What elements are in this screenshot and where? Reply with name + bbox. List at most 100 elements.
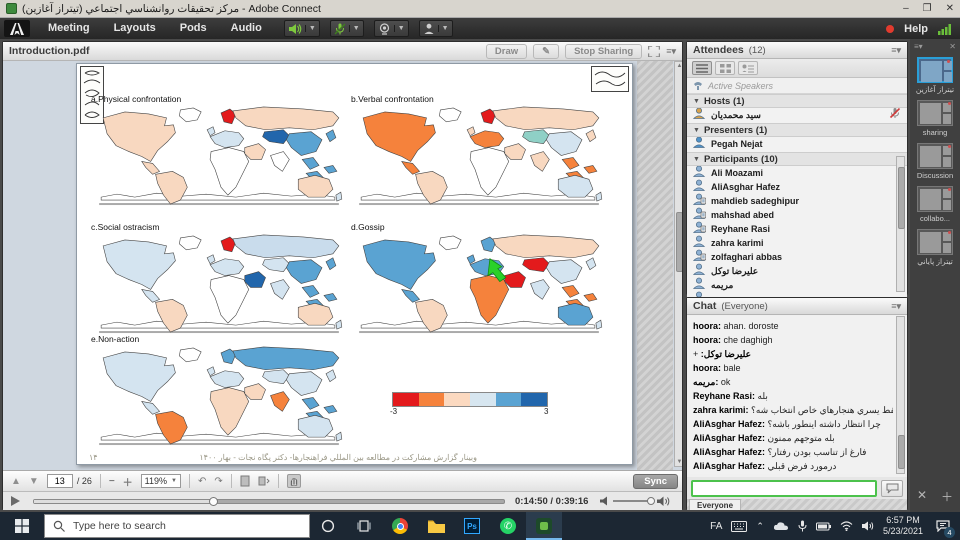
layout-thumbnail[interactable]: تيتراز آغازين [910,57,960,94]
layout-thumbnail[interactable]: Discussion [910,143,960,180]
whatsapp-icon[interactable]: ✆ [490,512,526,540]
page-number-input[interactable] [47,474,73,488]
chat-scroll-thumb[interactable] [898,435,905,469]
rotate-left-button[interactable]: ↶ [198,476,206,487]
status-button[interactable]: ▼ [419,20,453,37]
attendee-row[interactable]: AliAsghar Hafez [687,180,907,194]
delete-layout-icon[interactable]: ✕ [917,488,927,505]
attendees-pod-menu-icon[interactable]: ≡▾ [891,45,901,56]
attendee-grid-view-button[interactable] [715,61,735,75]
zoom-level-select[interactable]: 119% ▼ [141,474,181,488]
webcam-button[interactable]: ▼ [374,20,409,37]
action-center-button[interactable]: 4 [932,515,954,537]
task-view-button[interactable] [346,512,382,540]
volume-handle[interactable] [647,497,655,505]
hidden-icons-chevron[interactable]: ⌃ [756,521,764,532]
attendee-row[interactable]: مريمه [687,278,907,292]
microphone-button[interactable]: ▼ [330,20,364,37]
playback-progress-track[interactable] [33,499,505,504]
fullscreen-icon[interactable] [648,46,660,57]
attendee-status-view-button[interactable] [738,61,758,75]
menu-layouts[interactable]: Layouts [102,18,168,39]
presenters-section-header[interactable]: ▼ Presenters (1) [687,123,907,137]
close-button[interactable]: ✕ [946,3,954,14]
attendee-row[interactable]: Ali Moazami [687,166,907,180]
previous-page-button[interactable]: ▲ [11,476,21,487]
chat-pod-menu-icon[interactable]: ≡▾ [891,301,901,312]
layout-thumbnail[interactable]: تيتراز پاياني [910,229,960,266]
attendee-row[interactable]: mahdieb sadeghipur [687,194,907,208]
chat-message-input[interactable] [691,480,877,497]
adobe-connect-taskbar-icon[interactable] [526,512,562,540]
taskbar-search-box[interactable]: Type here to search [44,514,310,538]
attendees-scroll-thumb[interactable] [898,167,905,229]
pdf-scrollbar[interactable]: ▲ ▼ [674,61,682,467]
chat-scrollbar[interactable] [896,316,905,474]
input-language-indicator[interactable]: FA [710,521,722,532]
battery-icon[interactable] [816,522,831,531]
zoom-dropdown-arrow[interactable]: ▼ [171,478,177,484]
file-explorer-icon[interactable] [418,512,454,540]
webcam-dropdown-arrow[interactable]: ▼ [394,25,405,32]
attendee-row[interactable]: سيد محمديان [687,108,907,122]
onedrive-cloud-icon[interactable] [773,521,789,531]
hand-tool-button[interactable] [287,474,301,488]
pdf-scroll-thumb[interactable] [676,212,682,272]
collapse-triangle-icon[interactable]: ▼ [693,98,700,105]
layout-thumbnail[interactable]: sharing [910,100,960,137]
playback-progress-handle[interactable] [209,497,218,506]
speaker-button[interactable]: ▼ [284,20,320,37]
wifi-icon[interactable] [840,521,853,531]
connection-signal-icon[interactable] [938,23,952,35]
cortana-button[interactable] [310,512,346,540]
attendees-scrollbar[interactable] [896,156,905,292]
collapse-triangle-icon[interactable]: ▼ [693,156,700,163]
zoom-out-button[interactable]: − [109,476,115,487]
keyboard-icon[interactable] [731,521,747,532]
attendee-row[interactable]: zahra karimi [687,236,907,250]
attendee-row[interactable]: mahshad abed [687,208,907,222]
layouts-menu-icon[interactable]: ≡▾ [914,42,923,51]
menu-audio[interactable]: Audio [219,18,274,39]
microphone-dropdown-arrow[interactable]: ▼ [349,25,360,32]
menu-meeting[interactable]: Meeting [36,18,102,39]
share-pod-menu-icon[interactable]: ≡▾ [666,46,676,57]
scroll-down-arrow[interactable]: ▼ [675,459,682,465]
collapse-triangle-icon[interactable]: ▼ [693,127,700,134]
fit-page-button[interactable] [240,475,250,487]
stop-sharing-button[interactable]: Stop Sharing [565,44,642,59]
scroll-up-arrow[interactable]: ▲ [675,63,682,69]
attendee-row[interactable]: عليرضا توكل [687,264,907,278]
fit-width-button[interactable] [258,475,270,487]
share-tab-title[interactable]: Introduction.pdf [9,45,89,57]
attendee-row[interactable]: Reyhane Rasi [687,222,907,236]
chrome-icon[interactable] [382,512,418,540]
volume-high-icon[interactable] [657,496,670,507]
start-button[interactable] [0,512,44,540]
volume-slider[interactable] [613,500,653,502]
next-page-button[interactable]: ▼ [29,476,39,487]
participants-section-header[interactable]: ▼ Participants (10) [687,152,907,166]
send-message-button[interactable] [881,480,903,497]
status-dropdown-arrow[interactable]: ▼ [438,25,449,32]
attendee-row[interactable]: zolfaghari abbas [687,250,907,264]
speaker-dropdown-arrow[interactable]: ▼ [305,25,316,32]
draw-button[interactable]: Draw [486,44,527,59]
microphone-tray-icon[interactable] [798,520,807,532]
layouts-close-icon[interactable]: ✕ [949,42,956,51]
minimize-button[interactable]: – [903,3,909,14]
rotate-right-button[interactable]: ↷ [214,476,222,487]
attendee-list-view-button[interactable] [692,61,712,75]
taskbar-clock[interactable]: 6:57 PM 5/23/2021 [883,515,923,537]
add-layout-icon[interactable]: ＋ [941,488,953,505]
sync-button[interactable]: Sync [633,474,678,489]
speaker-tray-icon[interactable] [862,521,874,531]
everyone-tab[interactable]: Everyone [689,499,741,510]
hosts-section-header[interactable]: ▼ Hosts (1) [687,94,907,108]
menu-pods[interactable]: Pods [168,18,219,39]
zoom-in-button[interactable]: ＋ [123,474,133,489]
play-button[interactable] [9,495,21,507]
photoshop-icon[interactable]: Ps [454,512,490,540]
pen-tool-button[interactable]: ✎ [533,44,559,59]
menu-help[interactable]: Help [904,23,928,35]
